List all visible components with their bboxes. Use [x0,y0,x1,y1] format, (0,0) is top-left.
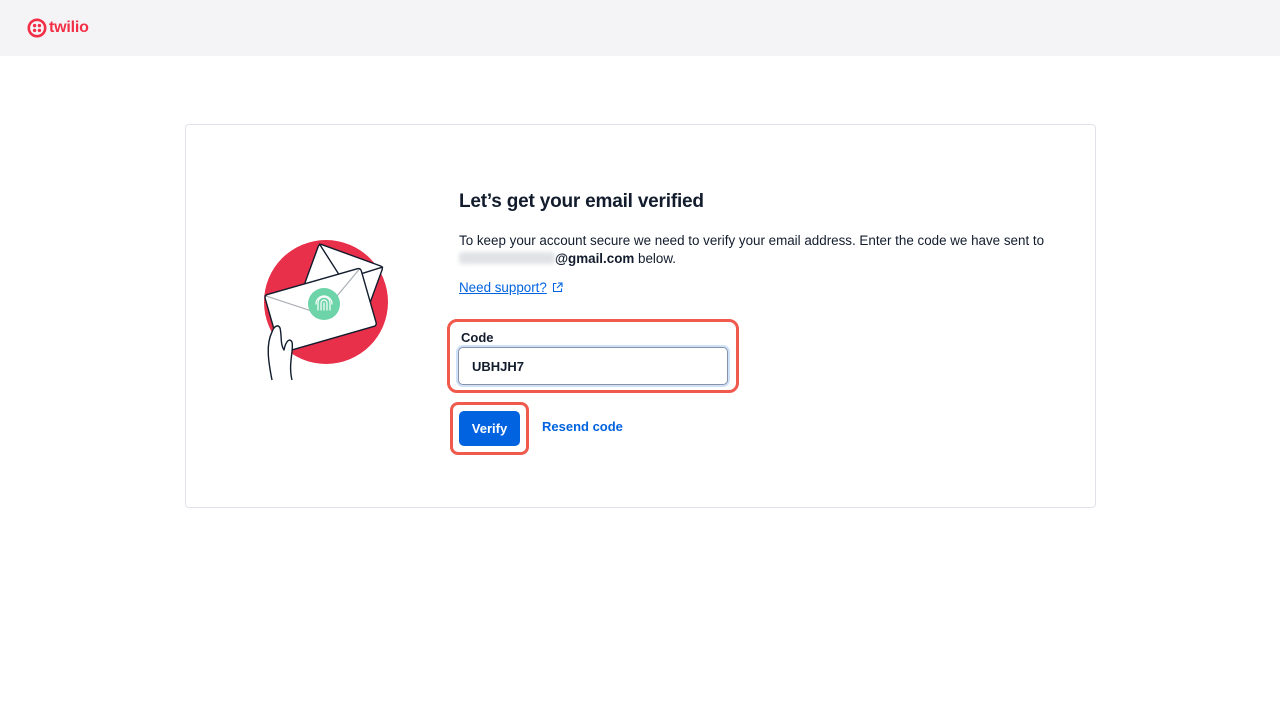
resend-code-link[interactable]: Resend code [542,419,623,434]
description-text: To keep your account secure we need to v… [459,233,1045,248]
twilio-logo-icon [27,18,47,38]
description-suffix: below. [634,251,676,266]
verify-button-highlight: Verify [450,402,529,455]
code-input[interactable] [458,347,728,385]
code-label: Code [461,330,494,345]
logo-text: twilio [49,19,89,36]
page-title: Let’s get your email verified [459,191,704,212]
top-bar: twilio [0,0,1280,56]
verification-description: To keep your account secure we need to v… [459,232,1059,268]
twilio-logo[interactable]: twilio [27,18,89,38]
verification-card: Let’s get your email verified To keep yo… [185,124,1096,508]
need-support-link[interactable]: Need support? [459,280,563,295]
code-field-highlight: Code [447,319,739,393]
verification-content: Let’s get your email verified To keep yo… [459,191,1059,297]
verify-button[interactable]: Verify [459,411,520,446]
redacted-email-username [459,252,555,264]
need-support-label: Need support? [459,280,547,295]
external-link-icon [552,282,563,293]
email-fingerprint-illustration [264,240,388,381]
email-domain: @gmail.com [555,251,635,266]
